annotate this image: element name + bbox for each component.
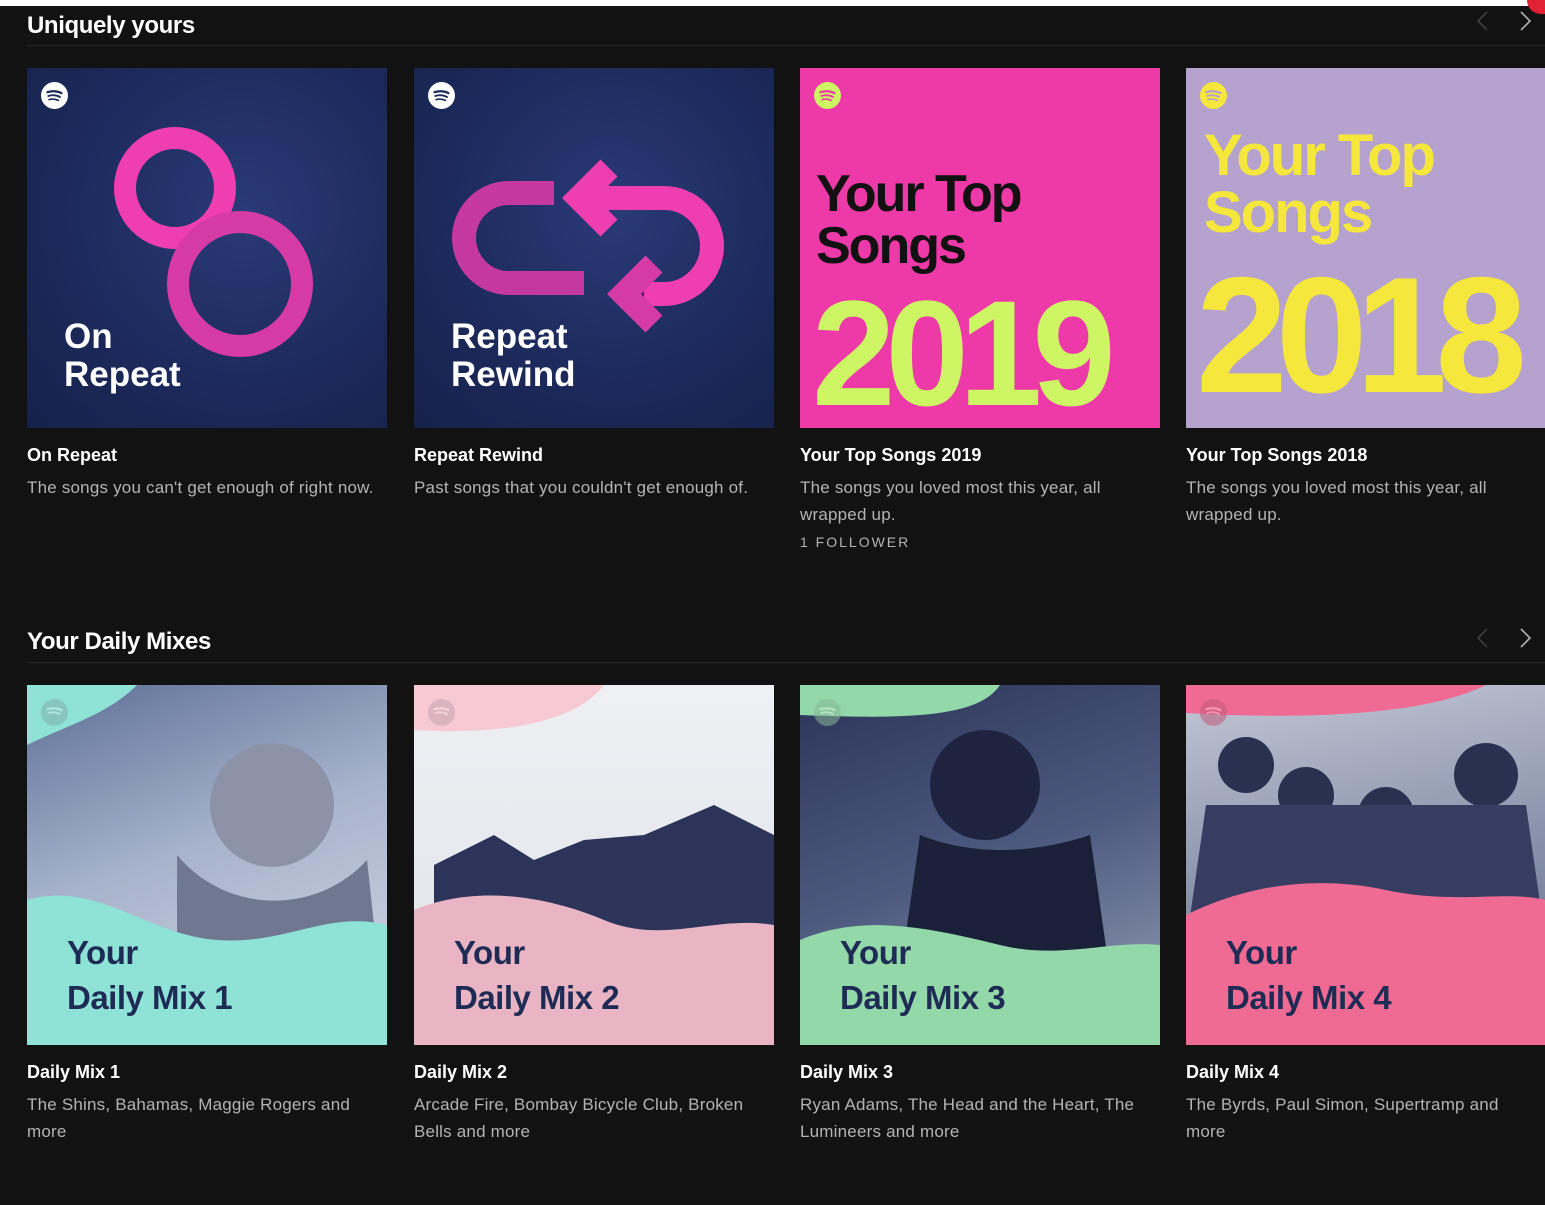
card-description: Arcade Fire, Bombay Bicycle Club, Broken… (414, 1095, 744, 1141)
card-title[interactable]: Repeat Rewind (414, 444, 774, 466)
spotify-logo-icon (41, 699, 68, 726)
playlist-card-on-repeat[interactable]: On Repeat On Repeat The songs you can't … (27, 68, 387, 501)
chevron-right-icon[interactable] (1513, 625, 1539, 651)
card-description: The Byrds, Paul Simon, Supertramp and mo… (1186, 1095, 1499, 1141)
card-title[interactable]: Daily Mix 1 (27, 1061, 387, 1083)
playlist-card-daily-mix-4[interactable]: Your Daily Mix 4 Daily Mix 4 The Byrds, … (1186, 685, 1545, 1145)
playlist-cover[interactable]: Your Daily Mix 2 (414, 685, 774, 1045)
playlist-cover[interactable]: Your Daily Mix 4 (1186, 685, 1545, 1045)
playlist-card-repeat-rewind[interactable]: Repeat Rewind Repeat Rewind Past songs t… (414, 68, 774, 501)
shelf-nav (1469, 8, 1539, 34)
chevron-right-icon[interactable] (1513, 8, 1539, 34)
cover-title: Your Top Songs (816, 165, 1022, 275)
spotify-logo-icon (814, 82, 841, 109)
shelf-daily-mixes: Your Daily Mixes Your Daily Mix 1 Daily … (0, 620, 1545, 1141)
cover-title: Your Daily Mix 1 (67, 934, 233, 1016)
shelf-title[interactable]: Your Daily Mixes (27, 628, 211, 656)
playlist-cover[interactable]: Your Daily Mix 1 (27, 685, 387, 1045)
card-description: The songs you loved most this year, all … (1186, 478, 1487, 524)
cover-title: Your Daily Mix 4 (1226, 934, 1392, 1016)
spotify-logo-icon (41, 82, 68, 109)
playlist-card-top-songs-2018[interactable]: Your Top Songs 2018 Your Top Songs 2018 … (1186, 68, 1545, 528)
spotify-logo-icon (814, 699, 841, 726)
playlist-cover[interactable]: Your Top Songs 2019 (800, 68, 1160, 428)
card-description: Past songs that you couldn't get enough … (414, 478, 749, 497)
card-row: On Repeat On Repeat The songs you can't … (27, 68, 1545, 588)
shelf-uniquely-yours: Uniquely yours On Repeat On Repeat The s… (0, 6, 1545, 550)
playlist-cover[interactable]: On Repeat (27, 68, 387, 428)
playlist-card-daily-mix-1[interactable]: Your Daily Mix 1 Daily Mix 1 The Shins, … (27, 685, 387, 1145)
follower-count: 1 FOLLOWER (800, 534, 911, 550)
chevron-left-icon[interactable] (1469, 8, 1495, 34)
shelf-header: Your Daily Mixes (27, 620, 1545, 663)
card-title[interactable]: Daily Mix 2 (414, 1061, 774, 1083)
card-description: The songs you loved most this year, all … (800, 478, 1101, 524)
card-description: Ryan Adams, The Head and the Heart, The … (800, 1095, 1135, 1141)
card-row: Your Daily Mix 1 Daily Mix 1 The Shins, … (27, 685, 1545, 1205)
cover-title: On Repeat (64, 317, 181, 394)
card-title[interactable]: Your Top Songs 2019 (800, 444, 1160, 466)
card-description: The Shins, Bahamas, Maggie Rogers and mo… (27, 1095, 351, 1141)
playlist-cover[interactable]: Your Top Songs 2018 (1186, 68, 1545, 428)
shelf-header: Uniquely yours (27, 6, 1545, 46)
spotify-logo-icon (428, 82, 455, 109)
cover-year: 2019 (812, 269, 1116, 428)
spotify-logo-icon (428, 699, 455, 726)
card-title[interactable]: Your Top Songs 2018 (1186, 444, 1545, 466)
playlist-card-daily-mix-3[interactable]: Your Daily Mix 3 Daily Mix 3 Ryan Adams,… (800, 685, 1160, 1145)
spotify-logo-icon (1200, 82, 1227, 109)
playlist-cover[interactable]: Your Daily Mix 3 (800, 685, 1160, 1045)
spotify-logo-icon (1200, 699, 1227, 726)
cover-title: Your Daily Mix 3 (840, 934, 1006, 1016)
cover-title: Repeat Rewind (451, 317, 576, 394)
cover-year: 2018 (1196, 243, 1527, 427)
playlist-cover[interactable]: Repeat Rewind (414, 68, 774, 428)
shelf-title[interactable]: Uniquely yours (27, 12, 195, 40)
card-description: The songs you can't get enough of right … (27, 478, 374, 497)
card-title[interactable]: Daily Mix 4 (1186, 1061, 1545, 1083)
card-title[interactable]: On Repeat (27, 444, 387, 466)
card-title[interactable]: Daily Mix 3 (800, 1061, 1160, 1083)
playlist-card-daily-mix-2[interactable]: Your Daily Mix 2 Daily Mix 2 Arcade Fire… (414, 685, 774, 1145)
shelf-nav (1469, 625, 1539, 651)
cover-title: Your Daily Mix 2 (454, 934, 620, 1016)
cover-title: Your Top Songs (1204, 123, 1436, 245)
chevron-left-icon[interactable] (1469, 625, 1495, 651)
playlist-card-top-songs-2019[interactable]: Your Top Songs 2019 Your Top Songs 2019 … (800, 68, 1160, 550)
